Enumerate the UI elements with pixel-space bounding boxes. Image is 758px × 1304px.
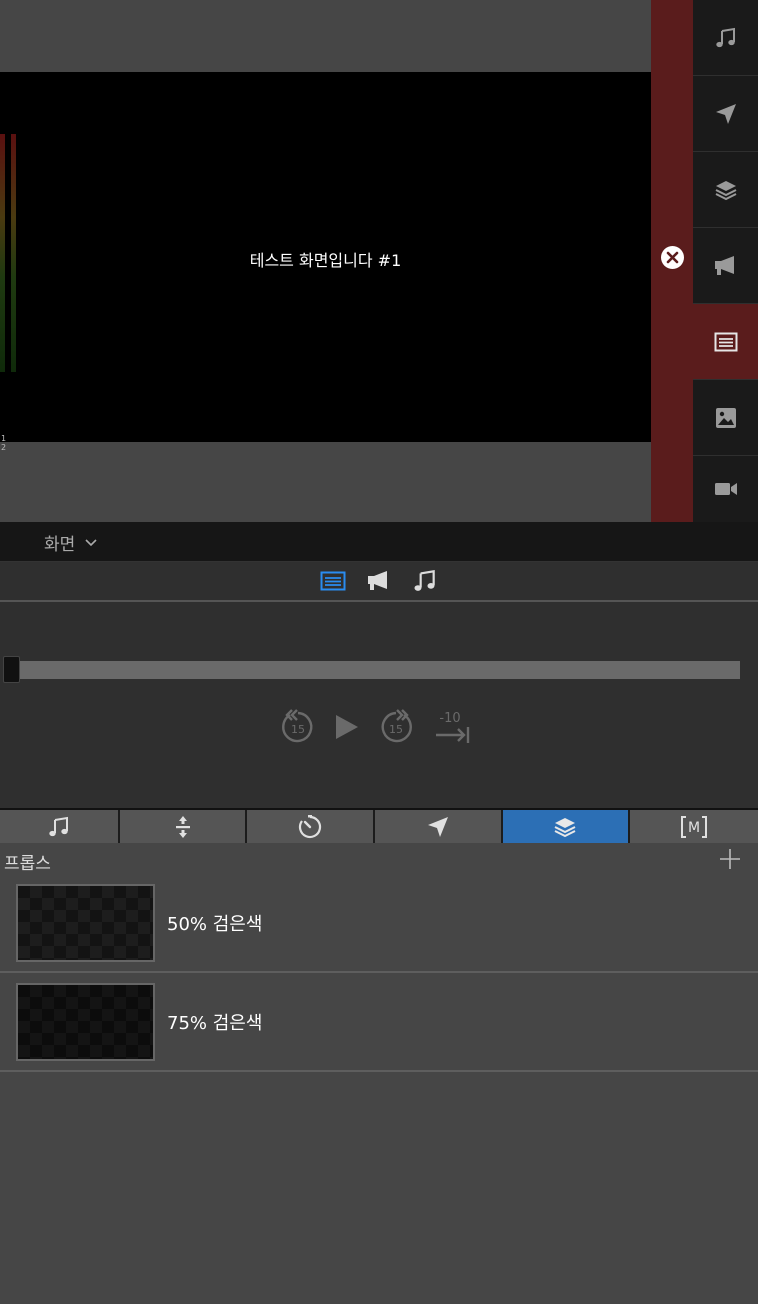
macro-label: M	[688, 820, 700, 836]
layers-icon	[555, 817, 576, 837]
forward-15-icon: 15	[381, 709, 412, 743]
prop-item[interactable]: 50% 검은색	[0, 874, 758, 973]
playback-controls: 15 15 -10	[280, 702, 472, 752]
props-title: 프롭스	[4, 854, 51, 874]
play-icon	[336, 715, 358, 739]
tab-timer[interactable]	[247, 810, 373, 843]
player-tab-text[interactable]	[319, 567, 347, 595]
screen-selector-bar: 화면	[0, 522, 758, 562]
prop-label: 50% 검은색	[167, 914, 263, 935]
skip-label: -10	[439, 711, 460, 726]
preview-screen-text: 테스트 화면입니다 #1	[249, 251, 402, 270]
timer-icon	[299, 814, 322, 838]
sidebar-item-send[interactable]	[693, 76, 758, 152]
music-note-icon	[49, 816, 68, 836]
prop-label: 75% 검은색	[167, 1013, 263, 1034]
close-icon	[666, 251, 679, 264]
tab-macro[interactable]: M	[630, 810, 758, 843]
screen-dropdown[interactable]: 화면	[44, 530, 97, 555]
text-lines-icon	[320, 571, 346, 591]
plus-icon	[720, 849, 740, 869]
music-note-icon	[414, 569, 435, 591]
props-header: 프롭스	[0, 843, 758, 877]
tab-layers[interactable]	[502, 810, 629, 843]
player-tab-music[interactable]	[411, 567, 439, 595]
play-button[interactable]	[334, 713, 360, 741]
forward-label: 15	[389, 723, 403, 736]
sidebar-item-announce[interactable]	[693, 228, 758, 304]
prop-item[interactable]: 75% 검은색	[0, 973, 758, 1072]
image-icon	[715, 407, 736, 428]
skip-to-end-icon: -10	[436, 711, 470, 743]
tab-split[interactable]	[119, 810, 246, 843]
chevron-down-icon	[85, 538, 97, 546]
prop-thumbnail	[16, 884, 155, 962]
player-tab-announce[interactable]	[365, 567, 393, 595]
player-tabs	[0, 562, 758, 602]
close-output-button[interactable]	[661, 246, 684, 269]
skip-end-button[interactable]: -10	[432, 709, 472, 745]
forward-button[interactable]: 15	[378, 709, 414, 745]
megaphone-icon	[714, 255, 734, 275]
megaphone-icon	[368, 571, 387, 590]
sidebar-item-text[interactable]	[693, 304, 758, 380]
preview-screen[interactable]: 1 2 테스트 화면입니다 #1	[0, 72, 651, 452]
music-note-icon	[715, 27, 735, 47]
meter-channel-labels: 1 2	[1, 434, 10, 452]
split-icon	[175, 815, 190, 838]
sidebar-item-video[interactable]	[693, 456, 758, 522]
rewind-button[interactable]: 15	[280, 709, 316, 745]
bottom-tab-bar: M	[0, 810, 758, 843]
macro-icon: M	[681, 815, 708, 838]
text-lines-icon	[714, 332, 737, 351]
paper-plane-icon	[427, 816, 448, 837]
sidebar-item-music[interactable]	[693, 0, 758, 76]
rewind-label: 15	[291, 723, 305, 736]
add-prop-button[interactable]	[718, 847, 742, 871]
rewind-15-icon: 15	[282, 709, 313, 743]
tab-music[interactable]	[0, 810, 118, 843]
paper-plane-icon	[715, 103, 736, 124]
progress-track[interactable]	[16, 661, 740, 679]
progress-handle[interactable]	[3, 656, 20, 683]
prop-thumbnail	[16, 983, 155, 1061]
layers-icon	[715, 180, 736, 200]
preview-area: 1 2 테스트 화면입니다 #1	[0, 0, 651, 522]
sidebar-item-layers[interactable]	[693, 152, 758, 228]
sidebar-item-image[interactable]	[693, 380, 758, 456]
video-camera-icon	[714, 483, 737, 495]
media-player: 15 15 -10	[0, 562, 758, 810]
screen-dropdown-value: 화면	[44, 535, 76, 555]
right-sidebar	[693, 0, 758, 522]
tab-send[interactable]	[375, 810, 501, 843]
